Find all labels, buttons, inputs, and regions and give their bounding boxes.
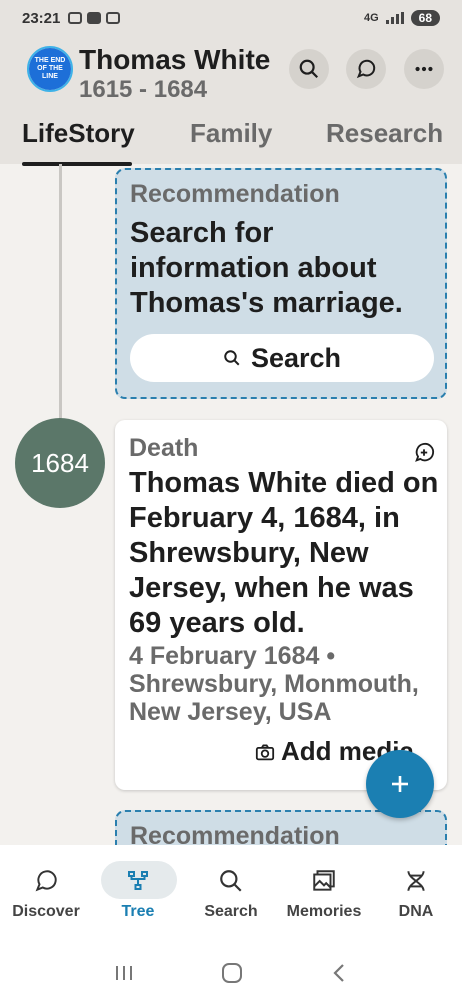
nav-discover[interactable]: Discover (0, 845, 92, 935)
person-header: THE END OF THE LINE Thomas White 1615 - … (0, 36, 462, 166)
back-icon[interactable] (329, 962, 349, 984)
camera-icon (255, 744, 275, 760)
active-tab-indicator (22, 162, 132, 166)
nav-search[interactable]: Search (185, 845, 277, 935)
add-fab-button[interactable] (366, 750, 434, 818)
status-bar: 23:21 4G 68 (0, 0, 462, 36)
nav-tree-label: Tree (121, 903, 155, 920)
tab-lifestory[interactable]: LifeStory (22, 118, 135, 149)
tab-bar: LifeStory Family Research (0, 118, 462, 166)
youtube-icon (87, 12, 102, 24)
status-right: 4G 68 (364, 10, 440, 26)
dna-icon (407, 871, 425, 891)
tab-research[interactable]: Research (326, 118, 443, 149)
discover-icon (35, 870, 57, 892)
nav-discover-label: Discover (12, 903, 80, 920)
recommendation-search-button[interactable]: Search (130, 334, 434, 382)
nav-dna[interactable]: DNA (370, 845, 462, 935)
event-date: 4 February 1684 • (129, 642, 336, 670)
recommendation-card: Recommendation Search for information ab… (115, 168, 447, 399)
nav-search-label: Search (204, 903, 258, 920)
nav-memories-label: Memories (286, 903, 362, 920)
event-type: Death (129, 434, 199, 462)
end-of-line-logo: THE END OF THE LINE (29, 48, 71, 90)
event-card[interactable]: Death Thomas White died on February 4, 1… (115, 420, 447, 790)
recents-icon[interactable] (113, 963, 135, 983)
more-button[interactable] (404, 49, 444, 89)
search-icon (299, 59, 319, 79)
tab-family[interactable]: Family (190, 118, 272, 149)
calendar-icon (106, 12, 121, 24)
search-button-label: Search (250, 342, 342, 373)
search-button[interactable] (289, 49, 329, 89)
recommendation-label: Recommendation (130, 180, 340, 208)
recommendation-text: Search for information about Thomas's ma… (130, 217, 403, 319)
signal-icon (385, 12, 404, 24)
more-icon (415, 66, 433, 72)
notification-icons (68, 12, 121, 24)
nav-tree[interactable]: Tree (92, 845, 184, 935)
memories-icon (313, 870, 335, 891)
nav-dna-label: DNA (398, 903, 434, 920)
tree-icon (128, 871, 148, 890)
discover-icon (356, 59, 376, 79)
network-type: 4G (363, 12, 379, 24)
system-navigation (0, 945, 462, 1000)
battery-indicator: 68 (410, 10, 440, 26)
event-place: Shrewsbury, Monmouth, New Jersey, USA (129, 670, 419, 726)
add-note-icon[interactable] (413, 442, 435, 464)
search-icon (220, 870, 242, 892)
home-icon[interactable] (220, 961, 244, 985)
status-time: 23:21 (22, 9, 61, 27)
event-description: Thomas White died on February 4, 1684, i… (129, 467, 439, 639)
year-badge: 1684 (15, 418, 105, 508)
discover-button[interactable] (346, 49, 386, 89)
person-years: 1615 - 1684 (79, 76, 208, 103)
person-name: Thomas White (79, 44, 271, 75)
search-icon (224, 350, 240, 366)
plus-icon (392, 776, 408, 792)
screenshot-icon (68, 12, 83, 24)
timeline-line (59, 164, 62, 422)
nav-memories[interactable]: Memories (278, 845, 370, 935)
